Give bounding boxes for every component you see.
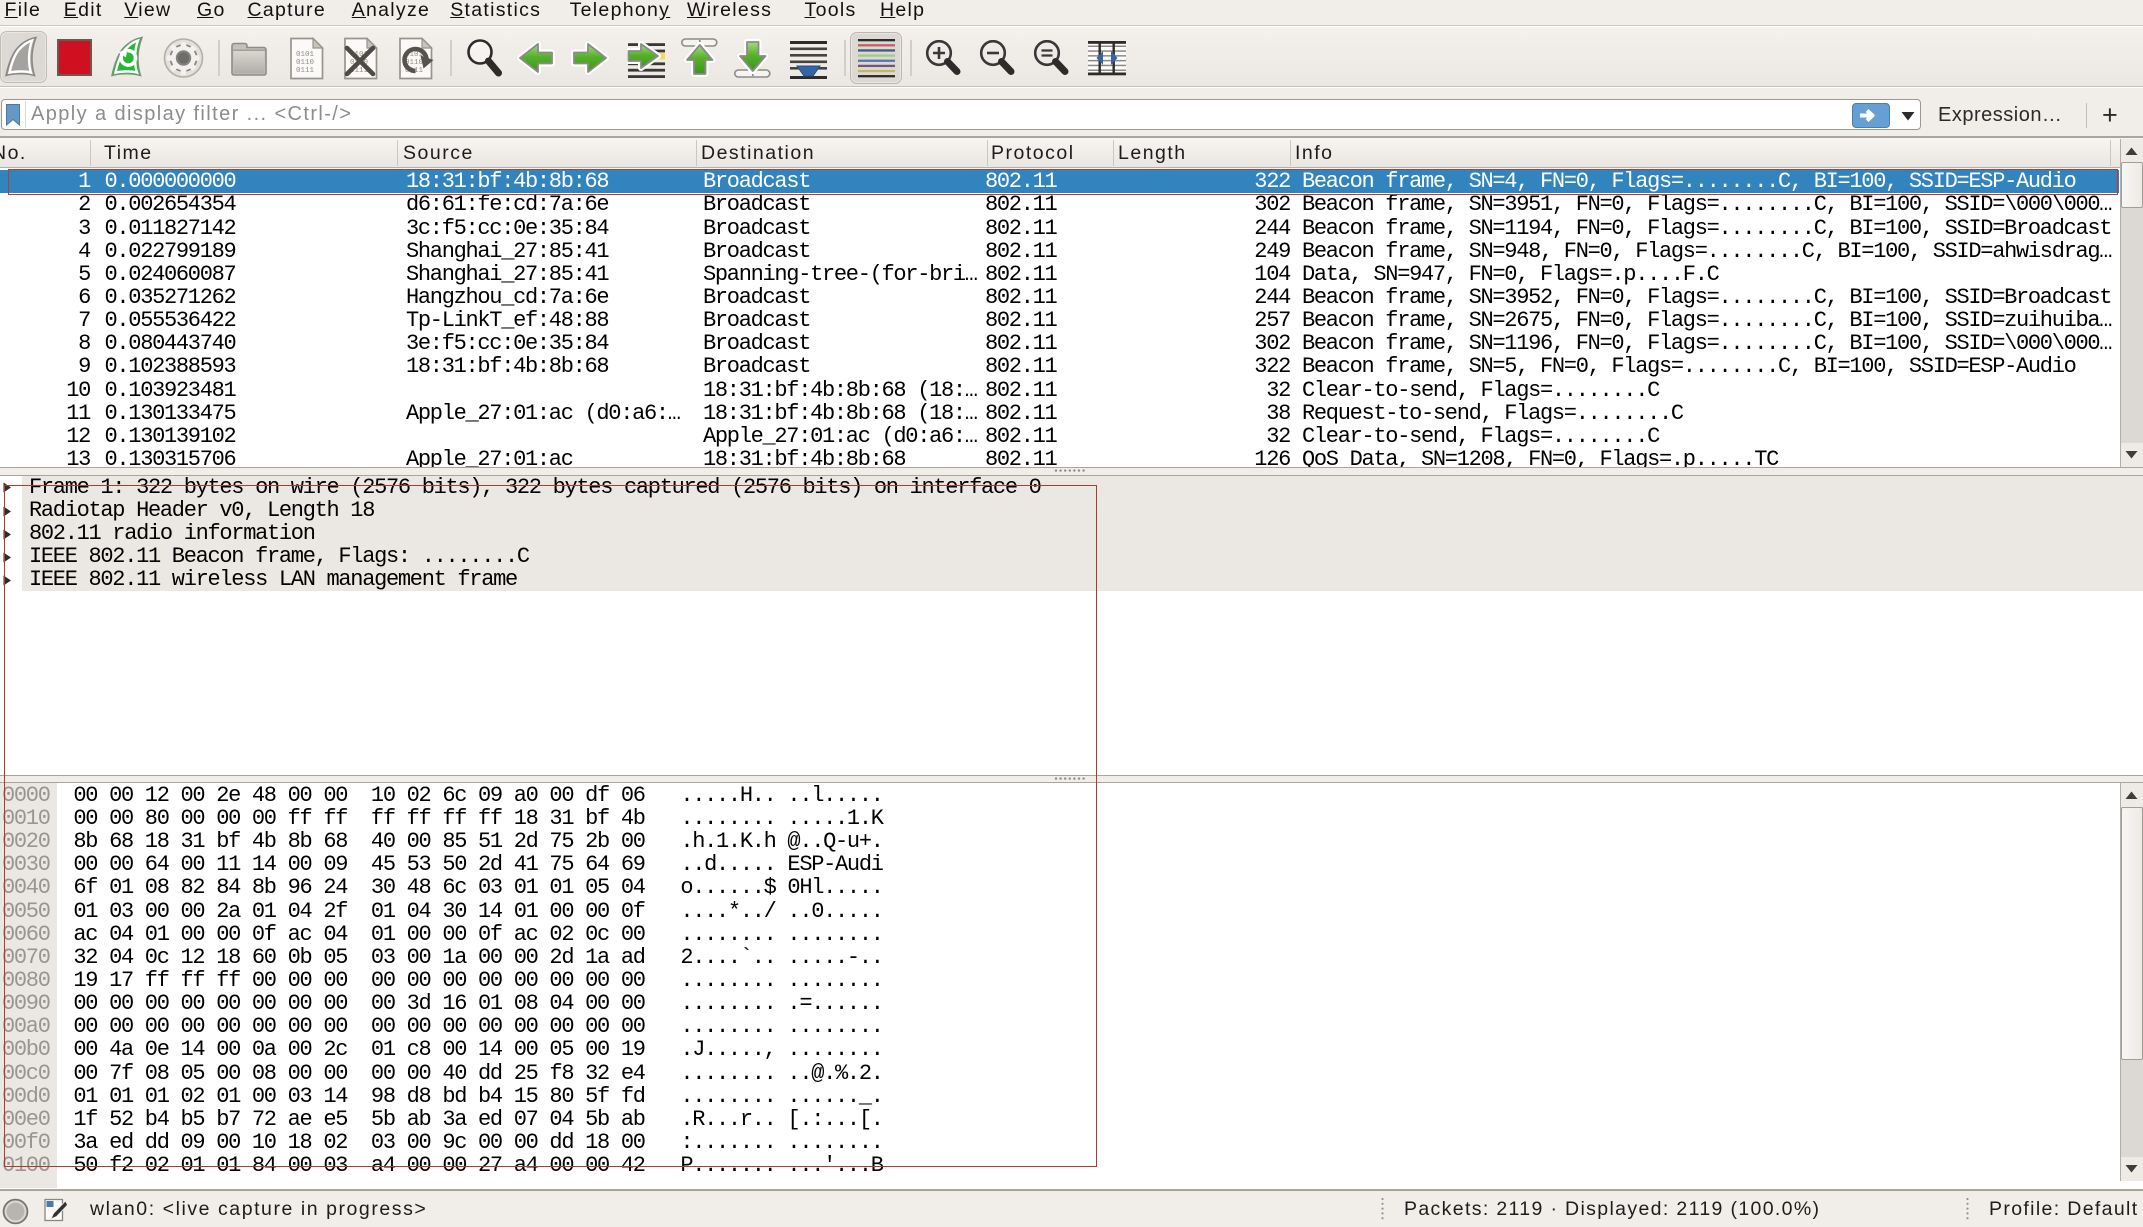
svg-text:0111: 0111 <box>296 67 315 75</box>
svg-text:0110: 0110 <box>296 59 315 67</box>
svg-text:0101: 0101 <box>296 51 315 59</box>
